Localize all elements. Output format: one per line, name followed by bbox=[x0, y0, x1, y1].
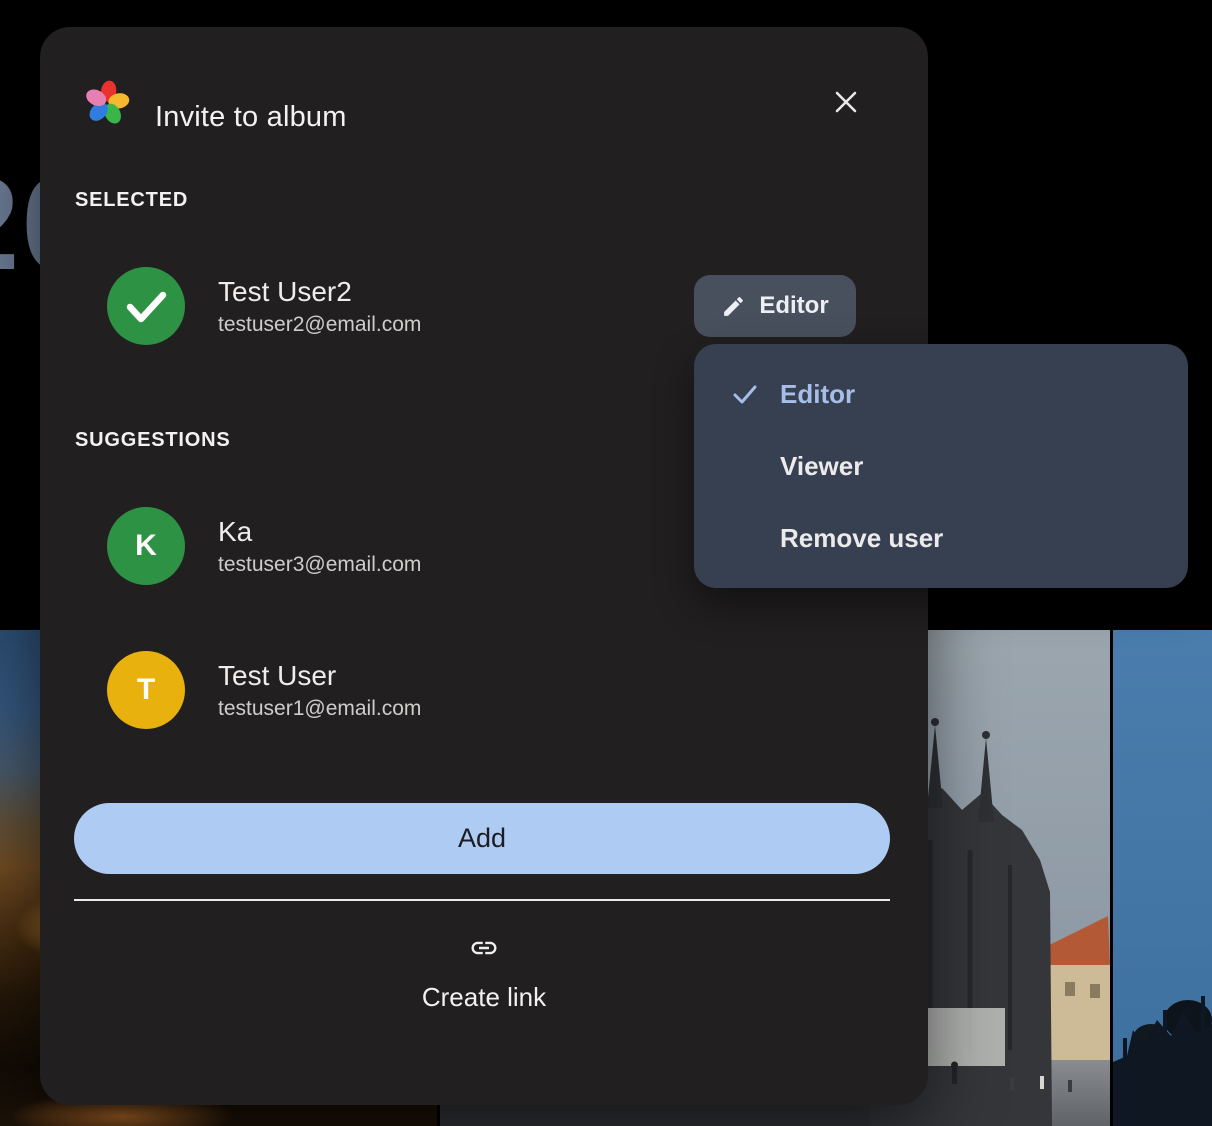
role-editor-button[interactable]: Editor bbox=[694, 275, 856, 337]
menu-item-viewer[interactable]: Viewer bbox=[694, 430, 1188, 502]
photos-pinwheel-icon bbox=[83, 79, 131, 127]
checkmark-icon bbox=[730, 379, 760, 409]
avatar: K bbox=[107, 507, 185, 585]
menu-check-spacer bbox=[730, 523, 760, 553]
menu-item-remove-user[interactable]: Remove user bbox=[694, 502, 1188, 574]
close-icon bbox=[832, 88, 860, 116]
suggestion-name: Test User bbox=[218, 658, 421, 694]
suggestion-row[interactable]: K Ka testuser3@email.com bbox=[107, 507, 667, 585]
add-button[interactable]: Add bbox=[74, 803, 890, 874]
divider bbox=[74, 899, 890, 901]
menu-item-label: Remove user bbox=[780, 523, 943, 554]
menu-item-label: Viewer bbox=[780, 451, 863, 482]
checkmark-icon bbox=[107, 267, 185, 345]
selected-user-email: testuser2@email.com bbox=[218, 310, 421, 339]
avatar: T bbox=[107, 651, 185, 729]
role-dropdown-menu: Editor Viewer Remove user bbox=[694, 344, 1188, 588]
role-button-label: Editor bbox=[759, 292, 828, 320]
link-icon bbox=[462, 933, 506, 963]
selected-check-avatar bbox=[107, 267, 185, 345]
close-button[interactable] bbox=[824, 80, 868, 124]
pencil-icon bbox=[721, 294, 746, 319]
suggestion-email: testuser1@email.com bbox=[218, 694, 421, 723]
selected-section-label: SELECTED bbox=[75, 189, 188, 212]
photos-app-screen: 20 bbox=[0, 0, 1212, 1126]
create-link-button[interactable]: Create link bbox=[40, 933, 928, 1045]
menu-check-spacer bbox=[730, 451, 760, 481]
menu-item-label: Editor bbox=[780, 379, 855, 410]
selected-user-row[interactable]: Test User2 testuser2@email.com bbox=[107, 267, 667, 345]
suggestions-section-label: SUGGESTIONS bbox=[75, 429, 231, 452]
background-photo-gate bbox=[1113, 630, 1212, 1126]
suggestion-name: Ka bbox=[218, 514, 421, 550]
suggestion-email: testuser3@email.com bbox=[218, 550, 421, 579]
suggestion-row[interactable]: T Test User testuser1@email.com bbox=[107, 651, 667, 729]
create-link-label: Create link bbox=[422, 981, 546, 1013]
dialog-title: Invite to album bbox=[155, 99, 347, 135]
menu-item-editor[interactable]: Editor bbox=[694, 358, 1188, 430]
selected-user-name: Test User2 bbox=[218, 274, 421, 310]
